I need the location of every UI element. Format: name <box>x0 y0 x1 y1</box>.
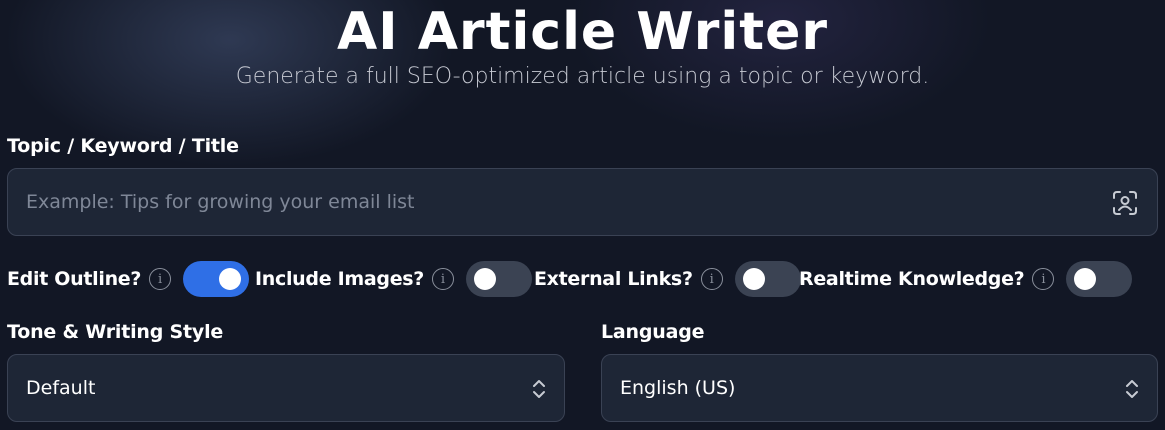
language-select[interactable]: English (US) <box>601 354 1158 422</box>
info-icon[interactable]: i <box>149 268 172 290</box>
include-images-switch[interactable] <box>466 261 533 297</box>
page-title: AI Article Writer <box>337 2 828 62</box>
topic-input[interactable] <box>8 169 1088 235</box>
edit-outline-switch[interactable] <box>183 261 250 297</box>
toggle-external-links: External Links? i <box>534 260 801 298</box>
chevron-up-down-icon <box>1126 380 1138 398</box>
toggle-realtime-knowledge: Realtime Knowledge? i <box>799 260 1133 298</box>
tone-select[interactable]: Default <box>7 354 565 422</box>
tone-label: Tone & Writing Style <box>7 321 224 343</box>
topic-label: Topic / Keyword / Title <box>7 135 239 157</box>
page-subtitle: Generate a full SEO-optimized article us… <box>235 64 930 89</box>
language-value: English (US) <box>620 377 736 399</box>
language-label: Language <box>601 321 705 343</box>
toggle-label: Edit Outline? <box>7 268 142 290</box>
toggle-edit-outline: Edit Outline? i <box>7 260 250 298</box>
chevron-up-down-icon <box>533 380 545 398</box>
info-icon[interactable]: i <box>700 268 723 290</box>
toggle-include-images: Include Images? i <box>255 260 533 298</box>
voice-recognition-icon[interactable] <box>1111 189 1139 217</box>
switch-knob <box>219 268 242 290</box>
info-icon[interactable]: i <box>432 268 455 290</box>
toggle-label: Include Images? <box>255 268 425 290</box>
switch-knob <box>1074 268 1097 290</box>
topic-field <box>7 168 1158 236</box>
toggle-label: Realtime Knowledge? <box>799 268 1025 290</box>
options-row: Edit Outline? i Include Images? i Extern… <box>7 260 1158 298</box>
info-icon[interactable]: i <box>1032 268 1055 290</box>
realtime-knowledge-switch[interactable] <box>1066 261 1133 297</box>
tone-value: Default <box>26 377 96 399</box>
toggle-label: External Links? <box>534 268 693 290</box>
switch-knob <box>474 268 497 290</box>
external-links-switch[interactable] <box>734 261 801 297</box>
switch-knob <box>742 268 765 290</box>
